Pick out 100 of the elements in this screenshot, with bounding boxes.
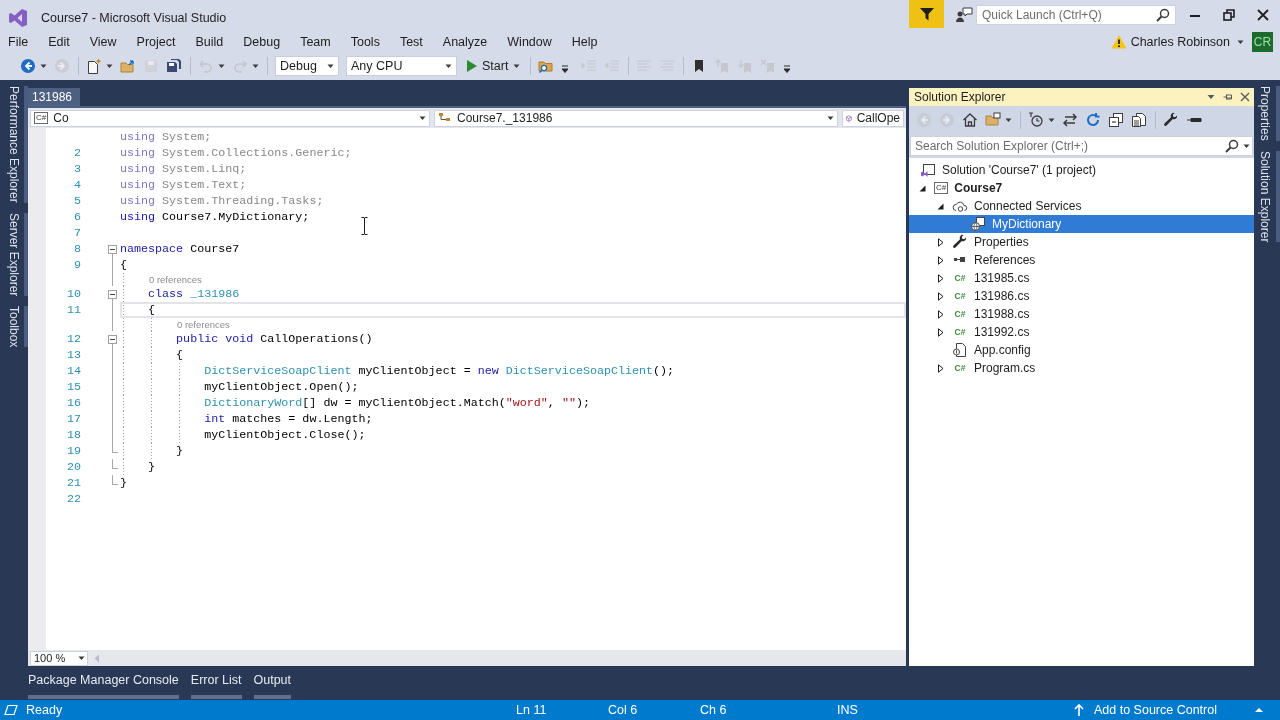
close-icon[interactable] — [1257, 9, 1269, 21]
collapse-icon[interactable] — [108, 244, 117, 254]
tree-item[interactable]: References — [909, 251, 1254, 269]
funnel-icon — [918, 6, 935, 22]
side-tab[interactable]: Solution Explorer — [1256, 150, 1280, 243]
folder-window-icon[interactable] — [985, 112, 1001, 128]
line-number: 8 — [73, 241, 82, 257]
tree-item[interactable]: C# Program.cs — [909, 359, 1254, 377]
line-number: 3 — [73, 161, 82, 177]
wrench-icon[interactable] — [1163, 112, 1179, 128]
tree-item[interactable]: C# 131992.cs — [909, 323, 1254, 341]
menu-item[interactable]: Help — [561, 32, 608, 52]
menu-item[interactable]: File — [0, 32, 39, 52]
tree-item[interactable]: Solution 'Course7' (1 project) — [909, 161, 1254, 179]
document-tab[interactable]: 131986 — [28, 88, 81, 106]
collapsed-arrow-icon[interactable] — [935, 363, 945, 373]
clock-icon[interactable] — [1028, 112, 1044, 128]
project-dropdown[interactable]: C# Co — [30, 109, 430, 127]
menu-item[interactable]: View — [79, 32, 127, 52]
tree-item[interactable]: Properties — [909, 233, 1254, 251]
expanded-arrow-icon[interactable] — [917, 183, 927, 193]
folder-search-icon[interactable] — [538, 58, 555, 74]
character-indicator: Ch 6 — [700, 703, 727, 717]
search-field[interactable]: Search Solution Explorer (Ctrl+;) — [910, 136, 1253, 156]
menu-item[interactable]: Window — [497, 32, 562, 52]
csharp-file-icon: C# — [952, 327, 968, 337]
warning-icon[interactable] — [1110, 34, 1127, 50]
account-avatar[interactable]: CR — [1252, 32, 1273, 52]
refresh-icon[interactable] — [1085, 112, 1101, 128]
tree-item[interactable]: C# 131986.cs — [909, 287, 1254, 305]
solution-icon — [920, 162, 936, 178]
collapsed-arrow-icon[interactable] — [935, 273, 945, 283]
code-lens-hint[interactable]: 0 references — [177, 318, 230, 331]
line-number: 17 — [65, 411, 82, 427]
globe-window-icon — [970, 216, 986, 232]
menu-item[interactable]: Analyze — [432, 32, 498, 52]
tree-item[interactable]: C# 131985.cs — [909, 269, 1254, 287]
code-line: using System.Collections.Generic; — [120, 145, 353, 161]
line-number: 13 — [65, 347, 82, 363]
csharp-project-icon: C# — [34, 112, 49, 124]
tree-item[interactable]: Connected Services — [909, 197, 1254, 215]
configuration-dropdown[interactable]: Any CPU — [346, 56, 457, 76]
stacked-floppy-disks-icon[interactable] — [166, 58, 182, 74]
line-number: 9 — [73, 257, 82, 273]
collapse-all-icon[interactable] — [1108, 112, 1124, 128]
line-number: 6 — [73, 209, 82, 225]
restore-icon[interactable] — [1223, 9, 1235, 21]
tree-item[interactable]: C# Course7 — [909, 179, 1254, 197]
collapsed-arrow-icon[interactable] — [935, 255, 945, 265]
quick-launch-field[interactable]: Quick Launch (Ctrl+Q) — [976, 5, 1176, 25]
menu-item[interactable]: Team — [290, 32, 341, 52]
menu-item[interactable]: Tools — [340, 32, 390, 52]
line-number: 12 — [65, 331, 82, 347]
start-button[interactable]: Start — [464, 58, 524, 74]
new-file-icon[interactable] — [86, 58, 102, 74]
line-number: 19 — [65, 443, 82, 459]
configuration-dropdown[interactable]: Debug — [275, 56, 339, 76]
funnel-button[interactable] — [909, 0, 944, 28]
menu-item[interactable]: Debug — [233, 32, 291, 52]
tree-item[interactable]: MyDictionary — [909, 215, 1254, 233]
type-dropdown[interactable]: Course7._131986 — [434, 109, 838, 127]
csharp-project-icon: C# — [934, 182, 949, 194]
code-line: using System.Threading.Tasks; — [120, 193, 325, 209]
menu-item[interactable]: Test — [389, 32, 433, 52]
line-number: 10 — [65, 286, 82, 302]
play-icon — [467, 60, 477, 72]
files-icon[interactable] — [1131, 112, 1147, 128]
line-number: 14 — [65, 363, 82, 379]
collapsed-arrow-icon[interactable] — [935, 237, 945, 247]
collapsed-arrow-icon[interactable] — [935, 327, 945, 337]
collapsed-arrow-icon[interactable] — [935, 309, 945, 319]
open-folder-icon[interactable] — [120, 58, 136, 74]
tree-item[interactable]: C# 131988.cs — [909, 305, 1254, 323]
line-number: 20 — [65, 459, 82, 475]
search-icon — [1156, 8, 1170, 22]
expanded-arrow-icon[interactable] — [935, 201, 945, 211]
code-line: namespace Course7 — [120, 241, 241, 257]
side-tab[interactable]: Properties — [1256, 86, 1280, 141]
collapsed-arrow-icon[interactable] — [935, 291, 945, 301]
menu-item[interactable]: Edit — [38, 32, 80, 52]
zoom-dropdown[interactable]: 100 % — [30, 650, 88, 666]
code-lens-hint[interactable]: 0 references — [149, 273, 202, 286]
sync-arrows-icon[interactable] — [1062, 112, 1078, 128]
add-to-source-control-button[interactable]: Add to Source Control — [1072, 703, 1217, 717]
account-name[interactable]: Charles Robinson — [1130, 35, 1230, 49]
line-indicator: Ln 11 — [516, 703, 547, 717]
collapse-icon[interactable] — [108, 334, 117, 344]
pin-icon[interactable] — [1223, 92, 1233, 102]
person-speech-bubble-icon[interactable] — [955, 6, 973, 24]
close-icon[interactable] — [1240, 92, 1250, 102]
member-dropdown[interactable]: CallOpe — [842, 109, 904, 127]
collapse-icon[interactable] — [108, 289, 117, 299]
csharp-file-icon: C# — [952, 309, 968, 319]
tree-item[interactable]: App.config — [909, 341, 1254, 359]
line-number: 2 — [73, 145, 82, 161]
menu-item[interactable]: Project — [126, 32, 186, 52]
menu-item[interactable]: Build — [185, 32, 234, 52]
home-icon[interactable] — [962, 112, 978, 128]
line-number: 11 — [65, 302, 82, 318]
code-line: using System; — [120, 129, 213, 145]
